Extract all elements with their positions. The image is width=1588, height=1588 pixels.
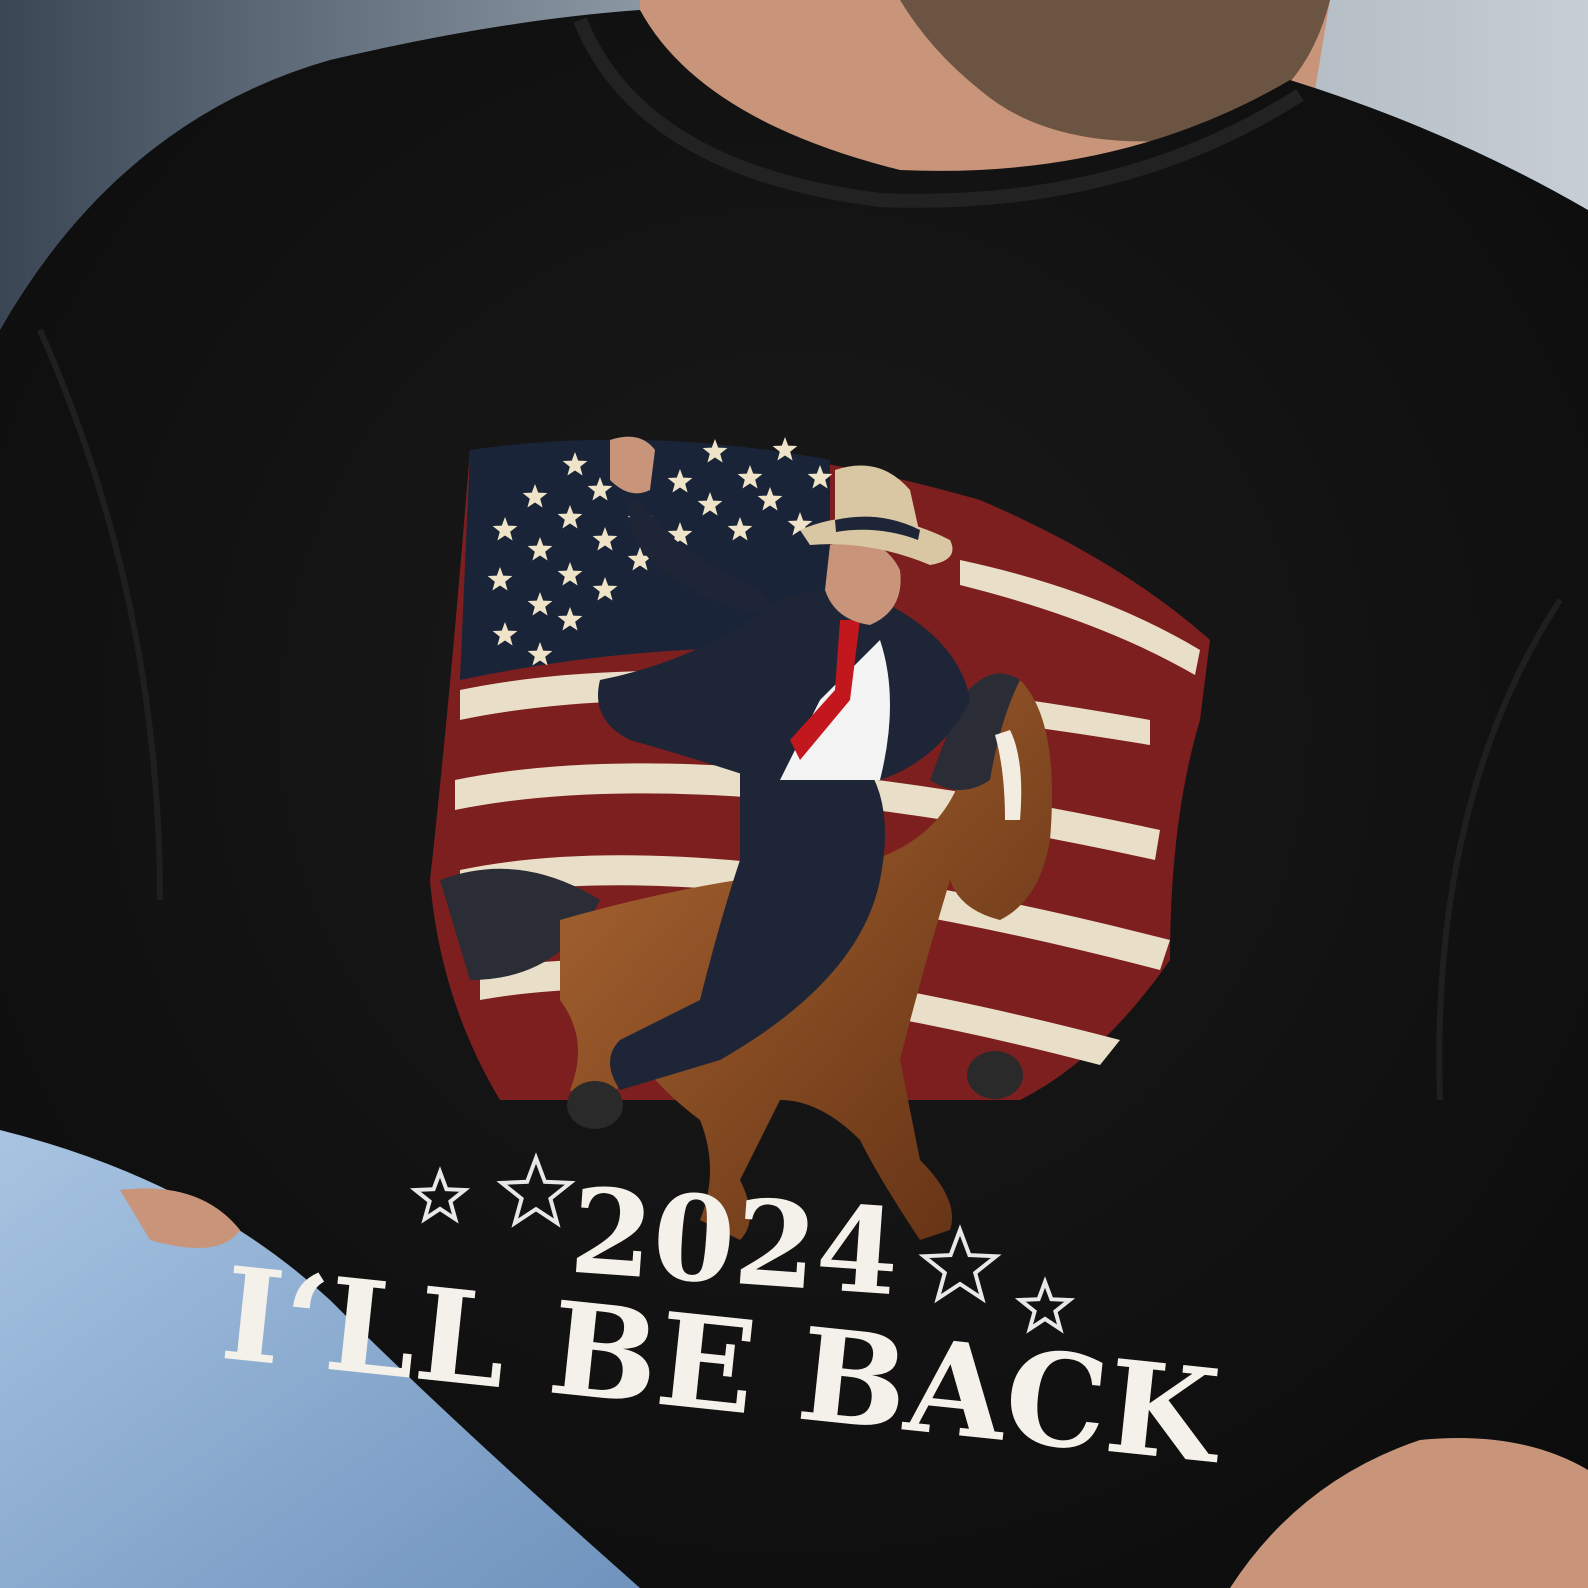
photo-scene: 2024 I‘LL BE BACK	[0, 0, 1588, 1588]
photo-canvas: 2024 I‘LL BE BACK	[0, 0, 1588, 1588]
